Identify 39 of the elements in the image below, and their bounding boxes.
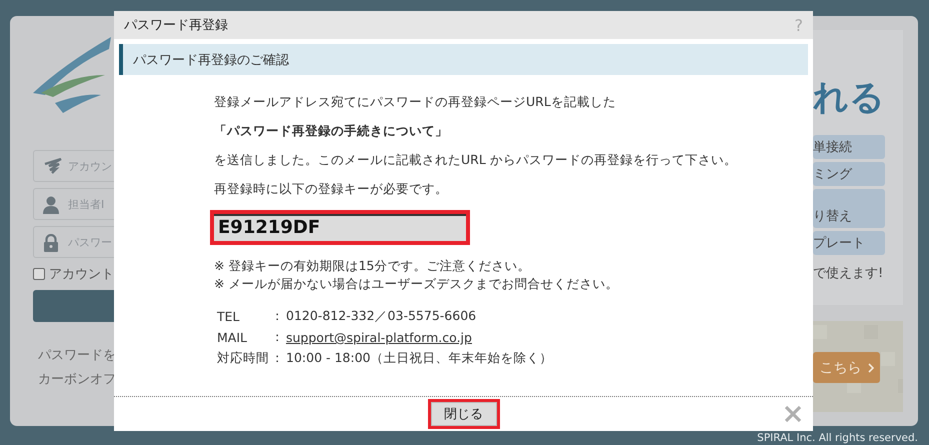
lock-icon	[43, 234, 59, 252]
section-header: パスワード再登録のご確認	[119, 44, 808, 75]
tagline: で使えます!	[813, 265, 884, 282]
contact-label: TEL	[217, 309, 240, 324]
dialog-title: パスワード再登録	[124, 17, 228, 34]
note-text: ※ 登録キーの有効期限は15分です。ご注意ください。	[214, 257, 532, 275]
message-text: 「パスワード再登録の手続きについて」	[214, 122, 449, 140]
feature-tag: プレート	[813, 231, 885, 255]
copyright-text: SPIRAL Inc. All rights reserved.	[756, 432, 918, 444]
note-text: ※ メールが届かない場合はユーザーズデスクまでお問合せください。	[214, 275, 620, 293]
swirl-icon	[43, 158, 63, 174]
input-field[interactable]: アカウン	[33, 150, 114, 182]
separator: ：	[271, 308, 285, 325]
message-text: 再登録時に以下の登録キーが必要です。	[214, 180, 449, 198]
help-icon[interactable]: ?	[794, 16, 803, 34]
input-field[interactable]: 担当者I	[33, 188, 114, 220]
separator: ：	[271, 350, 285, 367]
close-icon[interactable]	[784, 405, 802, 423]
contact-value: 0120-812-332／03-5575-6606	[286, 308, 478, 325]
message-text: 登録メールアドレス宛てにパスワードの再登録ページURLを記載した	[214, 93, 617, 111]
email-link[interactable]: support@spiral-platform.co.jp	[286, 330, 472, 345]
checkbox[interactable]	[33, 268, 45, 280]
feature-tag: ミング	[813, 162, 885, 186]
chevron-icon	[868, 362, 874, 372]
feature-tag: り替え	[813, 189, 885, 228]
user-icon	[43, 196, 59, 214]
contact-label: 対応時間	[217, 350, 270, 367]
contact-label: MAIL	[217, 330, 248, 345]
message-text: を送信しました。このメールに記載されたURL からパスワードの再登録を行って下さい。	[214, 151, 738, 169]
cta-button[interactable]: こちら	[813, 352, 880, 383]
headline: れる	[813, 78, 885, 118]
separator: ：	[271, 329, 285, 346]
registration-key: E91219DF	[210, 210, 470, 245]
input-field[interactable]: パスワー	[33, 226, 114, 258]
feature-tag: 単接続	[813, 135, 885, 159]
checkbox-label: アカウント	[49, 266, 114, 283]
link[interactable]: カーボンオフ	[38, 370, 114, 388]
contact-value: 10:00 - 18:00（土日祝日、年末年始を除く）	[286, 350, 554, 367]
logo-icon	[33, 35, 113, 115]
